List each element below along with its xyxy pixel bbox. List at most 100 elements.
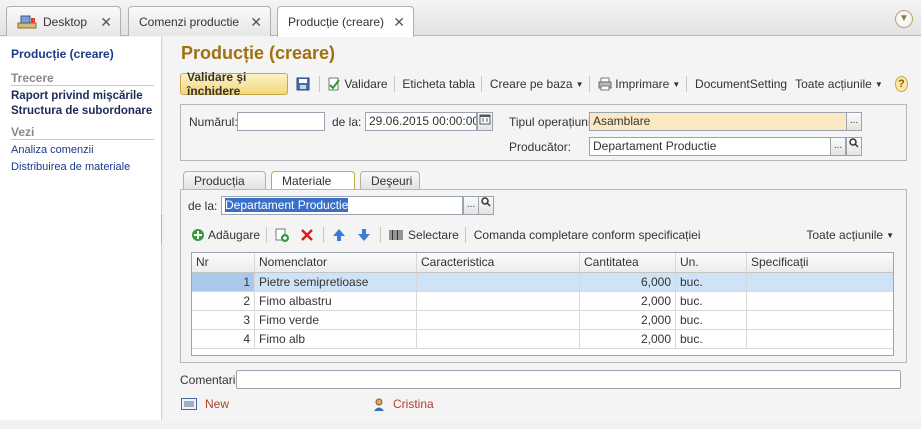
move-down-button[interactable]: [357, 228, 374, 242]
cell-unit[interactable]: buc.: [676, 330, 747, 348]
table-row[interactable]: 3 Fimo verde 2,000 buc.: [192, 311, 893, 330]
column-header-nomenclator[interactable]: Nomenclator: [255, 253, 417, 272]
user-icon: [374, 398, 384, 411]
column-header-specificatii[interactable]: Specificații: [747, 253, 893, 272]
table-header-row: Nr Nomenclator Caracteristica Cantitatea…: [192, 253, 893, 273]
toolbar-divider: [380, 227, 382, 243]
cell-unit[interactable]: buc.: [676, 273, 747, 291]
column-header-unit[interactable]: Un.: [676, 253, 747, 272]
arrow-up-icon: [333, 229, 346, 241]
complete-order-button[interactable]: Comanda completare conform specificației: [474, 228, 701, 242]
warehouse-select-button[interactable]: ...: [463, 196, 479, 215]
select-button[interactable]: Selectare: [408, 228, 459, 242]
cell-cantitatea[interactable]: 2,000: [580, 311, 676, 329]
print-button[interactable]: Imprimare ▼: [598, 77, 680, 91]
cell-nomenclator[interactable]: Fimo albastru: [255, 292, 417, 310]
copy-row-button[interactable]: [275, 228, 292, 242]
save-button[interactable]: [296, 77, 313, 91]
nav-link-structura-subordonare[interactable]: Structura de subordonare: [11, 105, 154, 117]
table-row[interactable]: 2 Fimo albastru 2,000 buc.: [192, 292, 893, 311]
tab-desktop[interactable]: Desktop ✕: [6, 6, 121, 36]
cell-caracteristica[interactable]: [417, 311, 580, 329]
cell-nomenclator[interactable]: Pietre semipretioase: [255, 273, 417, 291]
tab-comenzi-productie[interactable]: Comenzi productie ✕: [128, 6, 271, 36]
cell-cantitatea[interactable]: 2,000: [580, 292, 676, 310]
tab-materiale[interactable]: Materiale (4): [271, 171, 355, 202]
magnifier-icon: [849, 138, 859, 148]
printer-icon: [598, 77, 612, 91]
cell-specificatii[interactable]: [747, 311, 893, 329]
cell-specificatii[interactable]: [747, 273, 893, 291]
document-status: New: [181, 397, 229, 411]
add-icon: [192, 229, 204, 241]
desktop-icon: [17, 14, 37, 30]
cell-nomenclator[interactable]: Fimo alb: [255, 330, 417, 348]
cell-cantitatea[interactable]: 6,000: [580, 273, 676, 291]
cell-caracteristica[interactable]: [417, 330, 580, 348]
close-icon[interactable]: ✕: [100, 14, 112, 31]
toolbar-divider: [323, 227, 325, 243]
tab-productie-creare[interactable]: Producție (creare) ✕: [277, 6, 414, 37]
all-actions-menu[interactable]: Toate acțiunile ▼: [795, 77, 883, 91]
materials-table[interactable]: Nr Nomenclator Caracteristica Cantitatea…: [191, 252, 894, 356]
move-up-button[interactable]: [332, 228, 349, 242]
validate-label: Validare: [344, 77, 388, 91]
tab-deseuri[interactable]: Deşeuri: [360, 171, 420, 189]
table-row[interactable]: 4 Fimo alb 2,000 buc.: [192, 330, 893, 349]
chevron-down-icon: ▼: [886, 230, 894, 240]
create-based-on-button[interactable]: Creare pe baza ▼: [490, 77, 584, 91]
cell-nomenclator[interactable]: Fimo verde: [255, 311, 417, 329]
cell-specificatii[interactable]: [747, 330, 893, 348]
toolbar-divider: [318, 76, 320, 92]
label-table-button[interactable]: Eticheta tabla: [402, 77, 475, 91]
warehouse-from-field[interactable]: Departament Productie: [221, 196, 463, 215]
post-document-icon: [328, 77, 341, 91]
cell-cantitatea[interactable]: 2,000: [580, 330, 676, 348]
document-list-icon: [181, 398, 197, 410]
nav-link-analiza-comenzii[interactable]: Analiza comenzii: [11, 144, 161, 156]
barcode-button[interactable]: [389, 228, 406, 242]
close-icon[interactable]: ✕: [250, 14, 262, 31]
tab-label: Comenzi productie: [139, 14, 240, 29]
delete-icon: [301, 229, 313, 241]
table-row[interactable]: 1 Pietre semipretioase 6,000 buc.: [192, 273, 893, 292]
nav-link-distribuirea-materiale[interactable]: Distribuirea de materiale: [11, 161, 161, 173]
arrow-down-icon: [358, 229, 371, 241]
column-header-caracteristica[interactable]: Caracteristica: [417, 253, 580, 272]
column-header-cantitatea[interactable]: Cantitatea: [580, 253, 676, 272]
warehouse-open-button[interactable]: [478, 196, 494, 215]
cell-unit[interactable]: buc.: [676, 292, 747, 310]
close-icon[interactable]: ✕: [393, 14, 405, 31]
delete-row-button[interactable]: [300, 228, 317, 242]
post-and-close-button[interactable]: Validare şi închidere: [180, 70, 288, 98]
date-field[interactable]: 29.06.2015 00:00:00: [365, 112, 477, 131]
producer-label: Producător:: [509, 140, 572, 154]
column-header-nr[interactable]: Nr: [192, 253, 255, 272]
nav-link-raport-miscari[interactable]: Raport privind mişcările: [11, 90, 154, 102]
add-label: Adăugare: [208, 228, 261, 242]
producer-field[interactable]: Departament Productie: [589, 137, 831, 156]
operation-type-field[interactable]: Asamblare: [589, 112, 847, 131]
validate-button[interactable]: Validare: [327, 77, 388, 91]
table-all-actions-menu[interactable]: Toate acțiunile ▼: [806, 228, 894, 242]
producer-select-button[interactable]: ...: [830, 137, 846, 156]
author-name[interactable]: Cristina: [393, 397, 434, 411]
producer-open-button[interactable]: [846, 137, 862, 156]
nav-current-item[interactable]: Producție (creare): [11, 47, 161, 61]
document-setting-button[interactable]: DocumentSetting: [695, 77, 787, 91]
comment-field[interactable]: [236, 370, 901, 389]
calendar-icon[interactable]: [477, 112, 493, 131]
cell-caracteristica[interactable]: [417, 273, 580, 291]
tab-productia[interactable]: Producția (1): [183, 171, 266, 202]
operation-type-select-button[interactable]: ...: [846, 112, 862, 131]
add-row-button[interactable]: Adăugare: [191, 228, 260, 242]
cell-caracteristica[interactable]: [417, 292, 580, 310]
help-icon[interactable]: ?: [894, 76, 909, 92]
cell-specificatii[interactable]: [747, 292, 893, 310]
number-field[interactable]: [237, 112, 325, 131]
chevron-down-icon: ▼: [672, 79, 681, 89]
cell-unit[interactable]: buc.: [676, 311, 747, 329]
tab-label: Producție (creare): [288, 15, 385, 29]
tab-menu-chevron-icon[interactable]: ▼: [895, 10, 913, 28]
status-text: New: [205, 397, 230, 411]
